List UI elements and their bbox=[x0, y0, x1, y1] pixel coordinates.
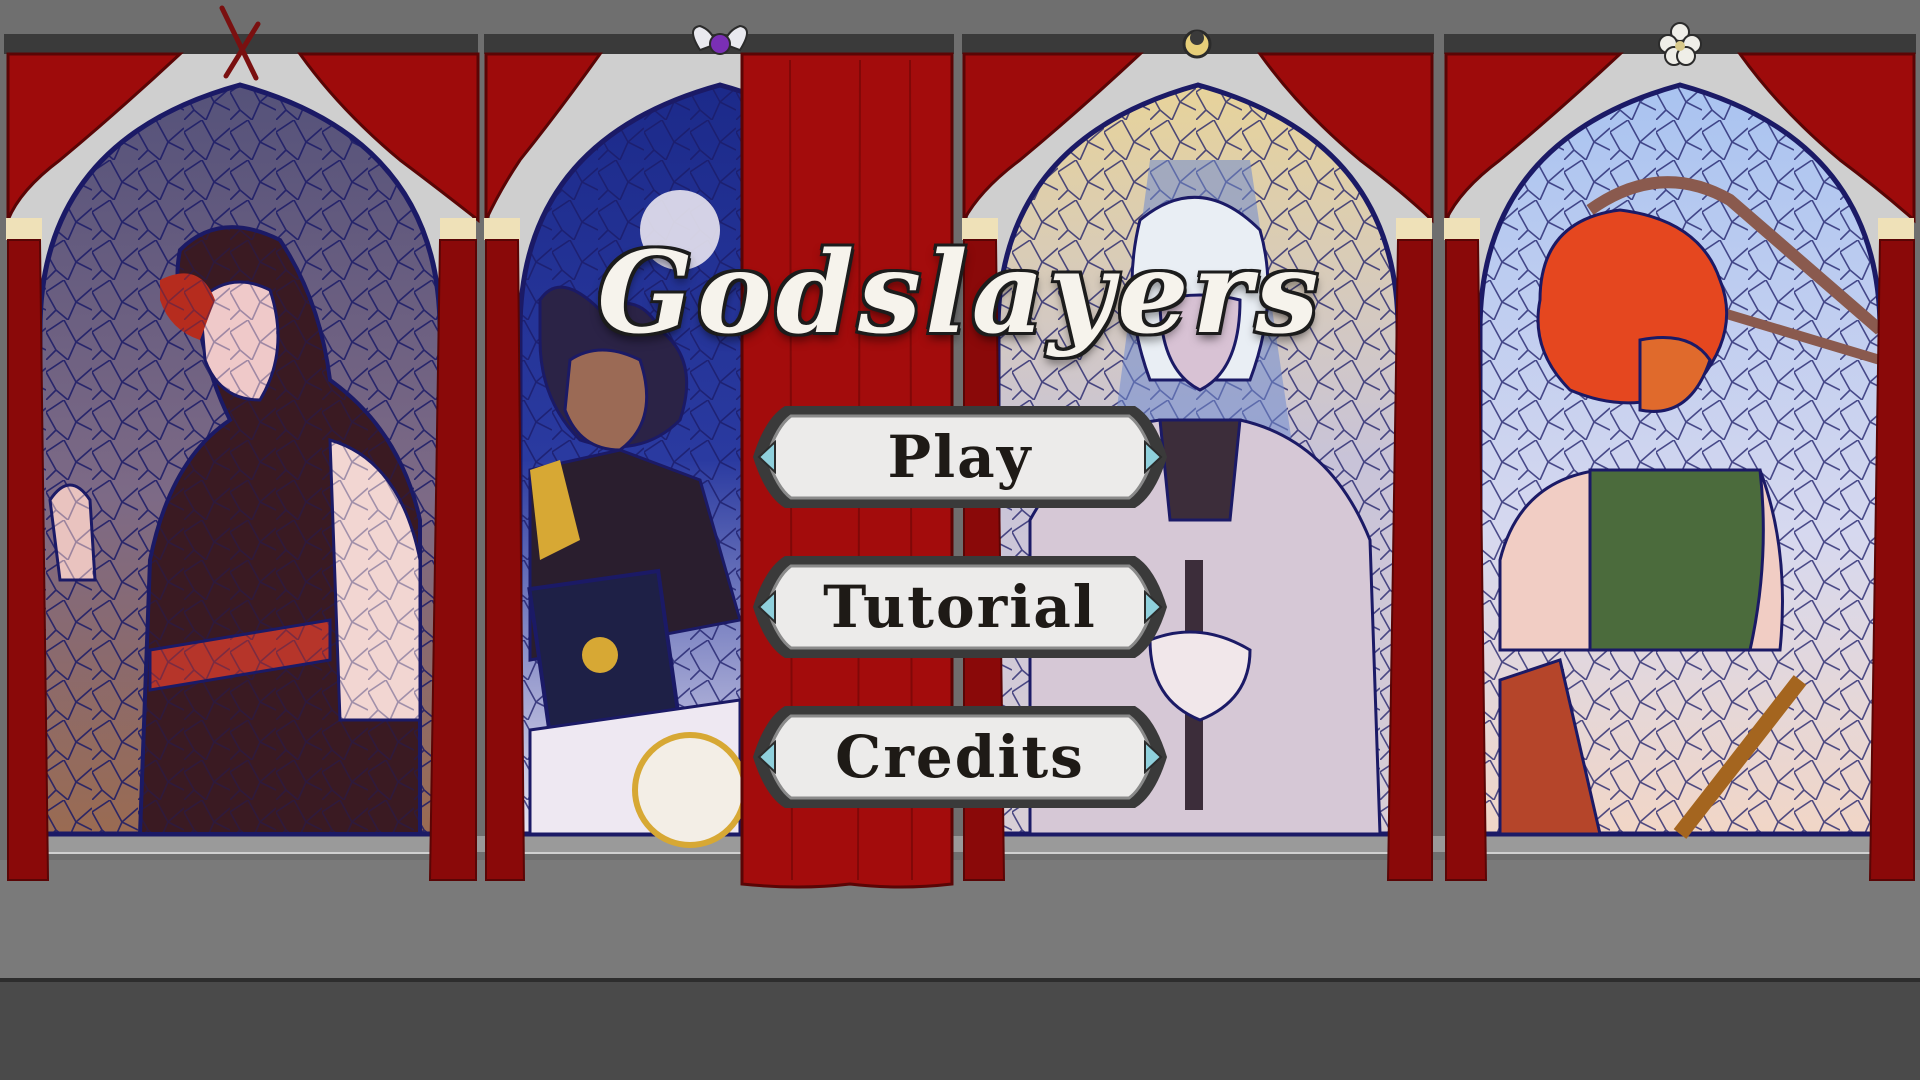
tutorial-button[interactable]: Tutorial bbox=[745, 548, 1175, 666]
play-label: Play bbox=[887, 423, 1033, 491]
moon-ring-icon bbox=[1182, 29, 1212, 59]
play-button[interactable]: Play bbox=[745, 398, 1175, 516]
stained-window-warrior bbox=[1477, 82, 1884, 839]
credits-button[interactable]: Credits bbox=[745, 698, 1175, 816]
credits-label: Credits bbox=[835, 723, 1085, 791]
main-menu: Play Tutorial Credits bbox=[745, 398, 1175, 848]
stained-window-rogue bbox=[37, 82, 443, 837]
tutorial-label: Tutorial bbox=[823, 573, 1097, 641]
